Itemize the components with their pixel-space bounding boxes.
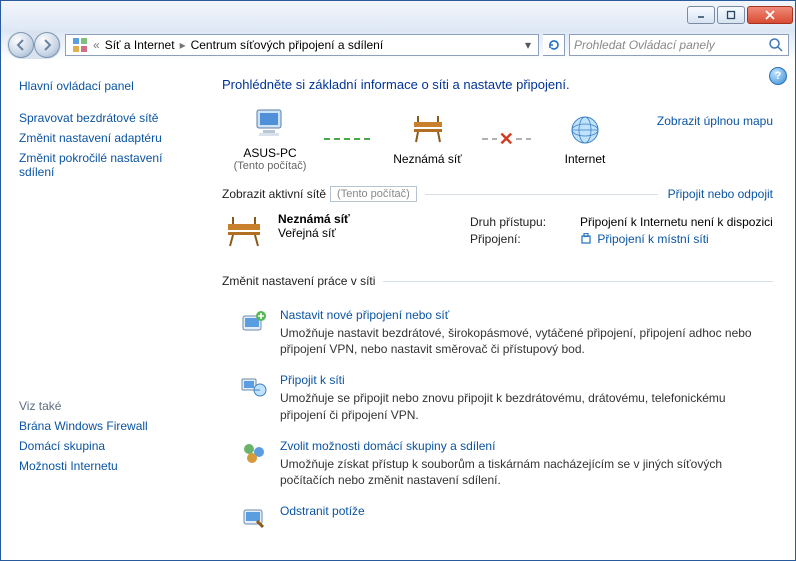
map-node-this-pc[interactable]: ASUS-PC (Tento počítač) [222,106,318,172]
refresh-button[interactable] [543,34,565,56]
sidebar-link-homegroup[interactable]: Domácí skupina [19,439,196,453]
breadcrumb[interactable]: « Síť a Internet ▸ Centrum síťových přip… [65,34,539,56]
homegroup-icon [240,439,268,467]
address-bar: « Síť a Internet ▸ Centrum síťových přip… [1,29,795,61]
lan-icon [580,233,592,245]
task-item: Zvolit možnosti domácí skupiny a sdílení… [240,439,773,488]
section-active-networks: Zobrazit aktivní sítě (Tento počítač) Př… [222,186,773,202]
task-list: Nastavit nové připojení nebo síť Umožňuj… [222,308,773,532]
active-network-type: Veřejná síť [278,226,350,240]
task-link-connect-network[interactable]: Připojit k síti [280,373,773,387]
breadcrumb-item[interactable]: Síť a Internet [101,38,179,52]
x-icon: ✕ [497,129,516,150]
map-node-network[interactable]: Neznámá síť [380,112,476,166]
see-also-label: Viz také [19,399,196,413]
task-link-troubleshoot[interactable]: Odstranit potíže [280,504,365,518]
help-icon[interactable]: ? [769,67,787,85]
divider [383,281,773,282]
task-item: Odstranit potíže [240,504,773,532]
address-dropdown-icon[interactable]: ▾ [520,38,536,52]
task-desc: Umožňuje se připojit nebo znovu připojit… [280,390,773,422]
sidebar: Hlavní ovládací panel Spravovat bezdráto… [1,61,206,560]
troubleshoot-icon [240,504,268,532]
search-placeholder: Prohledat Ovládací panely [574,38,715,52]
task-desc: Umožňuje nastavit bezdrátové, širokopásm… [280,325,773,357]
computer-icon [251,106,289,142]
back-button[interactable] [8,32,34,58]
sidebar-link-firewall[interactable]: Brána Windows Firewall [19,419,196,433]
bench-icon [408,112,448,148]
search-input[interactable]: Prohledat Ovládací panely [569,34,789,56]
bench-icon [222,212,266,252]
body: Hlavní ovládací panel Spravovat bezdráto… [1,61,795,560]
chevron-right-icon: ▸ [179,38,187,52]
link-connect-disconnect[interactable]: Připojit nebo odpojit [668,187,773,201]
task-desc: Umožňuje získat přístup k souborům a tis… [280,456,773,488]
map-node-label: Internet [565,152,606,166]
breadcrumb-item[interactable]: Centrum síťových připojení a sdílení [187,38,388,52]
window: « Síť a Internet ▸ Centrum síťových přip… [0,0,796,561]
access-type-label: Druh přístupu: [470,215,580,229]
control-panel-icon [72,37,88,53]
active-network-name: Neznámá síť [278,212,350,226]
sidebar-link-manage-wireless[interactable]: Spravovat bezdrátové sítě [19,111,196,125]
chevron-right-icon: « [92,38,101,52]
task-item: Připojit k síti Umožňuje se připojit neb… [240,373,773,422]
section-title: Změnit nastavení práce v síti [222,274,375,288]
globe-icon [567,112,603,148]
minimize-button[interactable] [687,6,715,24]
sidebar-link-adapter-settings[interactable]: Změnit nastavení adaptéru [19,131,196,145]
connect-network-icon [240,373,268,401]
search-icon [768,37,784,53]
map-link-ok [324,138,374,140]
active-network-left: Neznámá síť Veřejná síť [222,212,452,252]
content: ? Prohlédněte si základní informace o sí… [206,61,795,560]
map-link-broken: ✕ [482,138,532,140]
titlebar [1,1,795,29]
forward-button[interactable] [34,32,60,58]
task-link-new-connection[interactable]: Nastavit nové připojení nebo síť [280,308,773,322]
page-title: Prohlédněte si základní informace o síti… [222,77,773,92]
tooltip: (Tento počítač) [330,186,417,202]
link-lan-connection[interactable]: Připojení k místní síti [597,232,708,246]
new-connection-icon [240,308,268,336]
map-node-internet[interactable]: Internet [537,112,633,166]
map-node-label: ASUS-PC [243,146,296,160]
map-node-label: Neznámá síť [393,152,462,166]
active-network: Neznámá síť Veřejná síť Druh přístupu: P… [222,212,773,252]
sidebar-link-advanced-sharing[interactable]: Změnit pokročilé nastavení sdílení [19,151,196,179]
section-title: Zobrazit aktivní sítě [222,187,326,201]
access-type-value: Připojení k Internetu není k dispozici [580,215,773,229]
sidebar-link-control-panel-home[interactable]: Hlavní ovládací panel [19,79,196,93]
close-button[interactable] [747,6,793,24]
task-link-homegroup[interactable]: Zvolit možnosti domácí skupiny a sdílení [280,439,773,453]
map-node-sublabel: (Tento počítač) [234,160,307,172]
connections-label: Připojení: [470,232,580,246]
section-change-settings: Změnit nastavení práce v síti [222,274,773,288]
divider [425,194,658,195]
task-item: Nastavit nové připojení nebo síť Umožňuj… [240,308,773,357]
sidebar-link-internet-options[interactable]: Možnosti Internetu [19,459,196,473]
active-network-right: Druh přístupu: Připojení k Internetu nen… [470,212,773,252]
nav-buttons [7,31,61,59]
window-buttons [687,6,793,24]
maximize-button[interactable] [717,6,745,24]
network-map: ASUS-PC (Tento počítač) Neznámá síť ✕ In… [222,106,773,172]
